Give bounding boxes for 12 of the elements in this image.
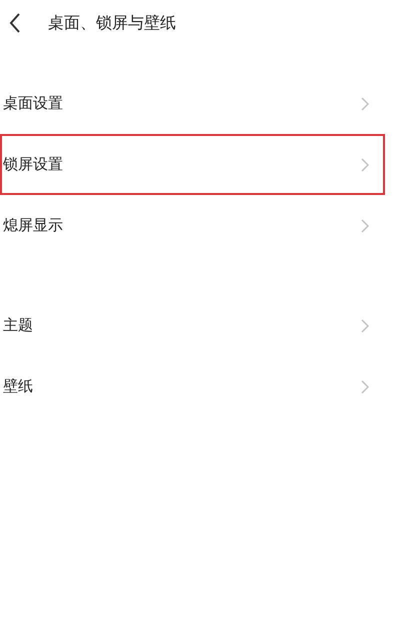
chevron-icon xyxy=(361,218,369,232)
settings-item[interactable]: 壁纸 xyxy=(0,356,385,417)
settings-item[interactable]: 锁屏设置 xyxy=(0,134,385,195)
chevron-icon xyxy=(361,96,369,110)
back-icon xyxy=(9,13,21,33)
chevron-icon xyxy=(361,318,369,332)
settings-item[interactable]: 熄屏显示 xyxy=(0,195,385,256)
page-title: 桌面、锁屏与壁纸 xyxy=(48,12,176,34)
chevron-icon xyxy=(361,158,369,172)
chevron-icon xyxy=(361,380,369,394)
settings-item[interactable]: 桌面设置 xyxy=(0,73,385,134)
settings-item[interactable]: 主题 xyxy=(0,295,385,356)
